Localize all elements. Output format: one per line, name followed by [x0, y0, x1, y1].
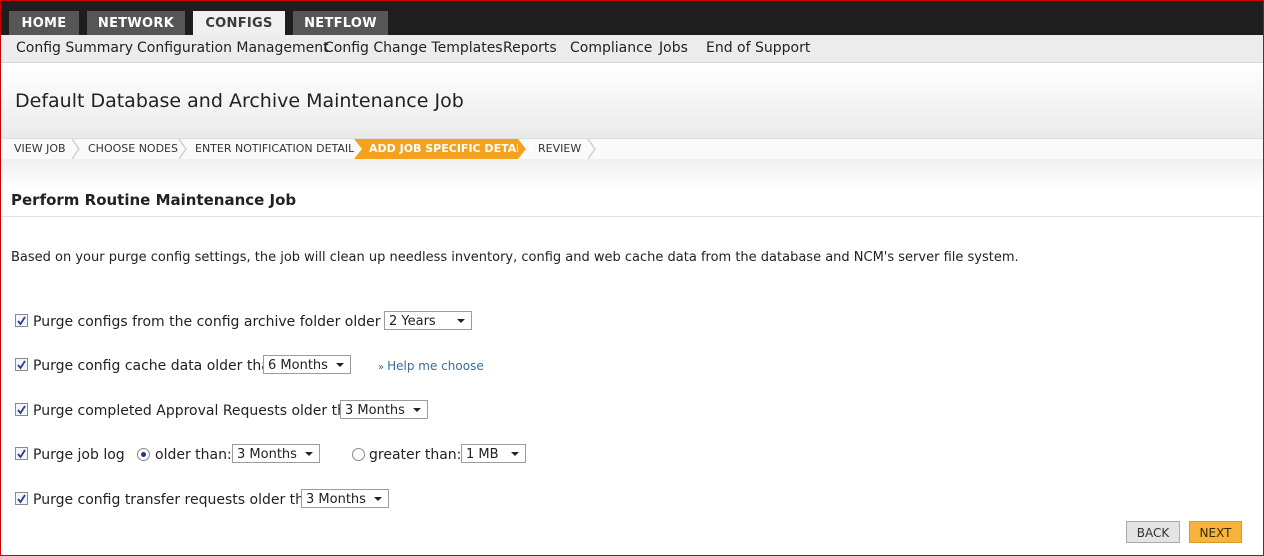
step-enter-notification-details[interactable]: ENTER NOTIFICATION DETAILS: [195, 139, 361, 159]
joblog-older-radio[interactable]: [137, 448, 150, 461]
joblog-checkbox[interactable]: [15, 447, 28, 460]
description-text: Based on your purge config settings, the…: [11, 250, 1019, 265]
option-row-archive: Purge configs from the config archive fo…: [15, 311, 485, 336]
archive-age-select[interactable]: 2 Years: [384, 311, 472, 330]
help-link-label: Help me choose: [387, 359, 484, 373]
step-review[interactable]: REVIEW: [538, 139, 581, 159]
section-title: Perform Routine Maintenance Job: [11, 191, 297, 209]
chevron-down-icon: [511, 452, 519, 456]
joblog-greater-value: 1 MB: [466, 447, 499, 462]
cache-age-select[interactable]: 6 Months: [263, 355, 351, 374]
content-fade: [1, 159, 1263, 189]
chevron-down-icon: [336, 363, 344, 367]
top-tab-bar: HOME NETWORK CONFIGS NETFLOW: [1, 1, 1263, 35]
subnav-reports[interactable]: Reports: [503, 40, 557, 56]
radio-selected-dot: [141, 452, 146, 457]
tab-configs[interactable]: CONFIGS: [193, 11, 285, 35]
chevron-down-icon: [457, 319, 465, 323]
approval-label: Purge completed Approval Requests older …: [33, 403, 369, 419]
step-separator-icon: [354, 139, 362, 159]
approval-age-select[interactable]: 3 Months: [340, 400, 428, 419]
section-divider: [1, 216, 1263, 217]
subnav-config-summary[interactable]: Config Summary: [16, 40, 133, 56]
sub-nav: Config Summary Configuration Management …: [1, 35, 1263, 63]
joblog-greater-select[interactable]: 1 MB: [461, 444, 526, 463]
option-row-joblog: Purge job log older than: 3 Months great…: [15, 444, 535, 469]
cache-label: Purge config cache data older than:: [33, 358, 284, 374]
joblog-greater-label: greater than:: [369, 447, 462, 463]
transfer-label: Purge config transfer requests older tha…: [33, 492, 327, 508]
check-icon: [17, 494, 26, 504]
option-row-approval: Purge completed Approval Requests older …: [15, 400, 435, 425]
page-header: Default Database and Archive Maintenance…: [1, 63, 1263, 138]
joblog-label: Purge job log: [33, 447, 125, 463]
double-chevron-right-icon: »: [378, 362, 385, 373]
tab-network[interactable]: NETWORK: [87, 11, 185, 35]
subnav-end-of-support[interactable]: End of Support: [706, 40, 810, 56]
page-title: Default Database and Archive Maintenance…: [15, 90, 464, 112]
tab-home[interactable]: HOME: [9, 11, 79, 35]
tab-netflow[interactable]: NETFLOW: [293, 11, 388, 35]
approval-age-value: 3 Months: [345, 403, 405, 418]
subnav-config-change-templates[interactable]: Config Change Templates: [324, 40, 503, 56]
next-button[interactable]: NEXT: [1189, 521, 1242, 543]
step-view-job[interactable]: VIEW JOB: [14, 139, 66, 159]
back-button[interactable]: BACK: [1126, 521, 1180, 543]
transfer-age-select[interactable]: 3 Months: [301, 489, 389, 508]
check-icon: [17, 316, 26, 326]
chevron-down-icon: [374, 497, 382, 501]
archive-age-value: 2 Years: [389, 314, 436, 329]
step-separator-icon: [587, 139, 596, 159]
archive-label: Purge configs from the config archive fo…: [33, 314, 422, 330]
help-me-choose-link[interactable]: » Help me choose: [378, 359, 484, 373]
joblog-older-select[interactable]: 3 Months: [232, 444, 320, 463]
approval-checkbox[interactable]: [15, 403, 28, 416]
transfer-checkbox[interactable]: [15, 492, 28, 505]
joblog-older-label: older than:: [155, 447, 232, 463]
step-separator-icon: [518, 139, 526, 159]
joblog-older-value: 3 Months: [237, 447, 297, 462]
subnav-compliance[interactable]: Compliance: [570, 40, 652, 56]
cache-checkbox[interactable]: [15, 358, 28, 371]
step-choose-nodes[interactable]: CHOOSE NODES: [88, 139, 178, 159]
joblog-greater-radio[interactable]: [352, 448, 365, 461]
transfer-age-value: 3 Months: [306, 492, 366, 507]
archive-checkbox[interactable]: [15, 314, 28, 327]
check-icon: [17, 405, 26, 415]
option-row-transfer: Purge config transfer requests older tha…: [15, 489, 395, 514]
option-row-cache: Purge config cache data older than: 6 Mo…: [15, 355, 495, 380]
chevron-down-icon: [413, 408, 421, 412]
check-icon: [17, 449, 26, 459]
step-add-job-specific-details[interactable]: ADD JOB SPECIFIC DETAILS: [354, 139, 535, 159]
subnav-configuration-management[interactable]: Configuration Management: [137, 40, 329, 56]
wizard-steps: VIEW JOB CHOOSE NODES ENTER NOTIFICATION…: [1, 138, 1263, 160]
subnav-jobs[interactable]: Jobs: [659, 40, 688, 56]
cache-age-value: 6 Months: [268, 358, 328, 373]
step-separator-icon: [71, 139, 80, 159]
step-separator-icon: [178, 139, 187, 159]
check-icon: [17, 360, 26, 370]
chevron-down-icon: [305, 452, 313, 456]
